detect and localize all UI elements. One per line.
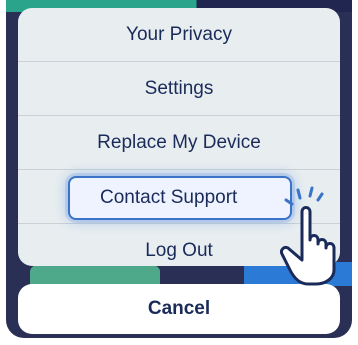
menu-item-label: Contact Support [100, 187, 238, 208]
pointing-hand-icon [280, 186, 336, 286]
cancel-button[interactable]: Cancel [18, 284, 340, 334]
menu-item-label: Replace My Device [97, 131, 261, 153]
menu-item-label: Log Out [145, 240, 213, 261]
menu-item-your-privacy[interactable]: Your Privacy [18, 8, 340, 62]
menu-item-settings[interactable]: Settings [18, 62, 340, 116]
cancel-label: Cancel [147, 298, 211, 319]
menu-item-replace-my-device[interactable]: Replace My Device [18, 116, 340, 170]
menu-item-label: Your Privacy [126, 23, 232, 45]
menu-item-label: Settings [144, 77, 214, 99]
device-frame: Your Privacy Settings Replace My Device … [0, 0, 358, 345]
menu-item-contact-support[interactable]: Contact Support [68, 176, 292, 220]
